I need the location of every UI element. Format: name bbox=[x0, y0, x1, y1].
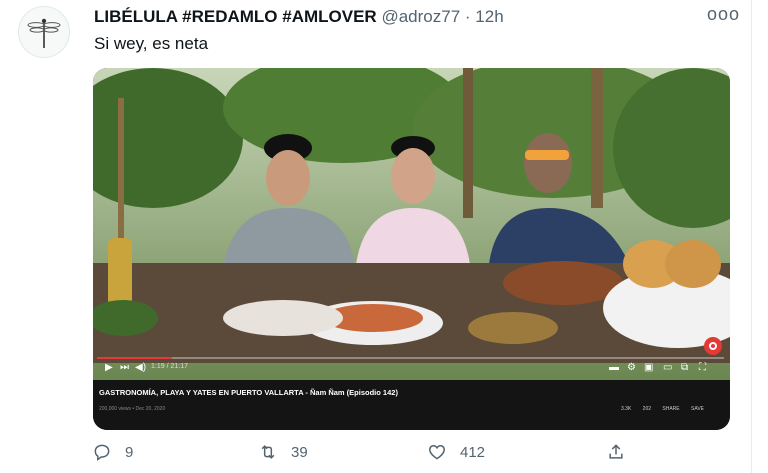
video-dislike-count[interactable]: 202 bbox=[643, 406, 651, 412]
heart-icon bbox=[429, 444, 445, 460]
next-icon[interactable]: ⏭ bbox=[120, 362, 129, 374]
cast-icon[interactable]: ⧉ bbox=[681, 362, 688, 374]
tweet: LIBÉLULA #REDAMLO #AMLOVER @adroz77 · 12… bbox=[0, 0, 768, 473]
miniplayer-icon[interactable]: ▣ bbox=[644, 362, 653, 374]
video-like-count[interactable]: 3.3K bbox=[621, 406, 631, 412]
tweet-actions: 9 39 412 bbox=[0, 442, 768, 466]
reply-count: 9 bbox=[125, 443, 134, 461]
user-handle[interactable]: @adroz77 bbox=[381, 7, 460, 26]
record-icon bbox=[704, 337, 722, 355]
video-info-bar: GASTRONOMÍA, PLAYA Y YATES EN PUERTO VAL… bbox=[93, 380, 730, 430]
video-save-button[interactable]: SAVE bbox=[691, 406, 704, 412]
timeline-border bbox=[751, 0, 752, 473]
like-count: 412 bbox=[460, 443, 486, 461]
video-scene-image bbox=[93, 68, 730, 430]
share-icon bbox=[609, 444, 623, 459]
time-readout: 1:19 / 21:17 bbox=[151, 363, 188, 370]
video-title[interactable]: GASTRONOMÍA, PLAYA Y YATES EN PUERTO VAL… bbox=[99, 388, 398, 397]
more-options-icon[interactable]: ooo bbox=[707, 5, 739, 26]
video-actions: 3.3K 202 SHARE SAVE bbox=[611, 406, 704, 412]
reply-button[interactable]: 9 bbox=[92, 442, 133, 462]
retweet-icon bbox=[261, 445, 275, 459]
avatar[interactable] bbox=[18, 6, 70, 58]
separator-dot: · bbox=[464, 7, 471, 26]
settings-icon[interactable]: ⚙ bbox=[627, 362, 636, 374]
reply-icon bbox=[94, 444, 110, 461]
volume-icon[interactable]: ◀) bbox=[135, 362, 146, 374]
video-meta: 200,000 views • Dec 20, 2020 bbox=[99, 406, 166, 412]
theater-mode-icon[interactable]: ▭ bbox=[663, 362, 672, 374]
progress-track[interactable] bbox=[97, 357, 724, 359]
like-button[interactable]: 412 bbox=[427, 442, 485, 462]
tweet-text: Si wey, es neta bbox=[94, 34, 209, 53]
fullscreen-icon[interactable]: ⛶ bbox=[699, 362, 706, 374]
dragonfly-icon bbox=[27, 18, 61, 48]
video-thumbnail[interactable]: ▶ ⏭ ◀) 1:19 / 21:17 ▬ ⚙ ▣ ▭ ⧉ ⛶ GASTRONO… bbox=[93, 68, 730, 430]
tweet-header: LIBÉLULA #REDAMLO #AMLOVER @adroz77 · 12… bbox=[94, 6, 504, 28]
retweet-count: 39 bbox=[291, 443, 308, 461]
play-icon[interactable]: ▶ bbox=[105, 362, 113, 374]
retweet-button[interactable]: 39 bbox=[258, 442, 308, 462]
autoplay-toggle-icon[interactable]: ▬ bbox=[609, 362, 619, 374]
progress-fill bbox=[97, 357, 173, 359]
timestamp[interactable]: 12h bbox=[475, 7, 503, 26]
share-button[interactable] bbox=[606, 442, 626, 462]
video-controls: ▶ ⏭ ◀) 1:19 / 21:17 ▬ ⚙ ▣ ▭ ⧉ ⛶ bbox=[93, 353, 730, 375]
display-name[interactable]: LIBÉLULA #REDAMLO #AMLOVER bbox=[94, 7, 377, 26]
video-share-button[interactable]: SHARE bbox=[662, 406, 679, 412]
